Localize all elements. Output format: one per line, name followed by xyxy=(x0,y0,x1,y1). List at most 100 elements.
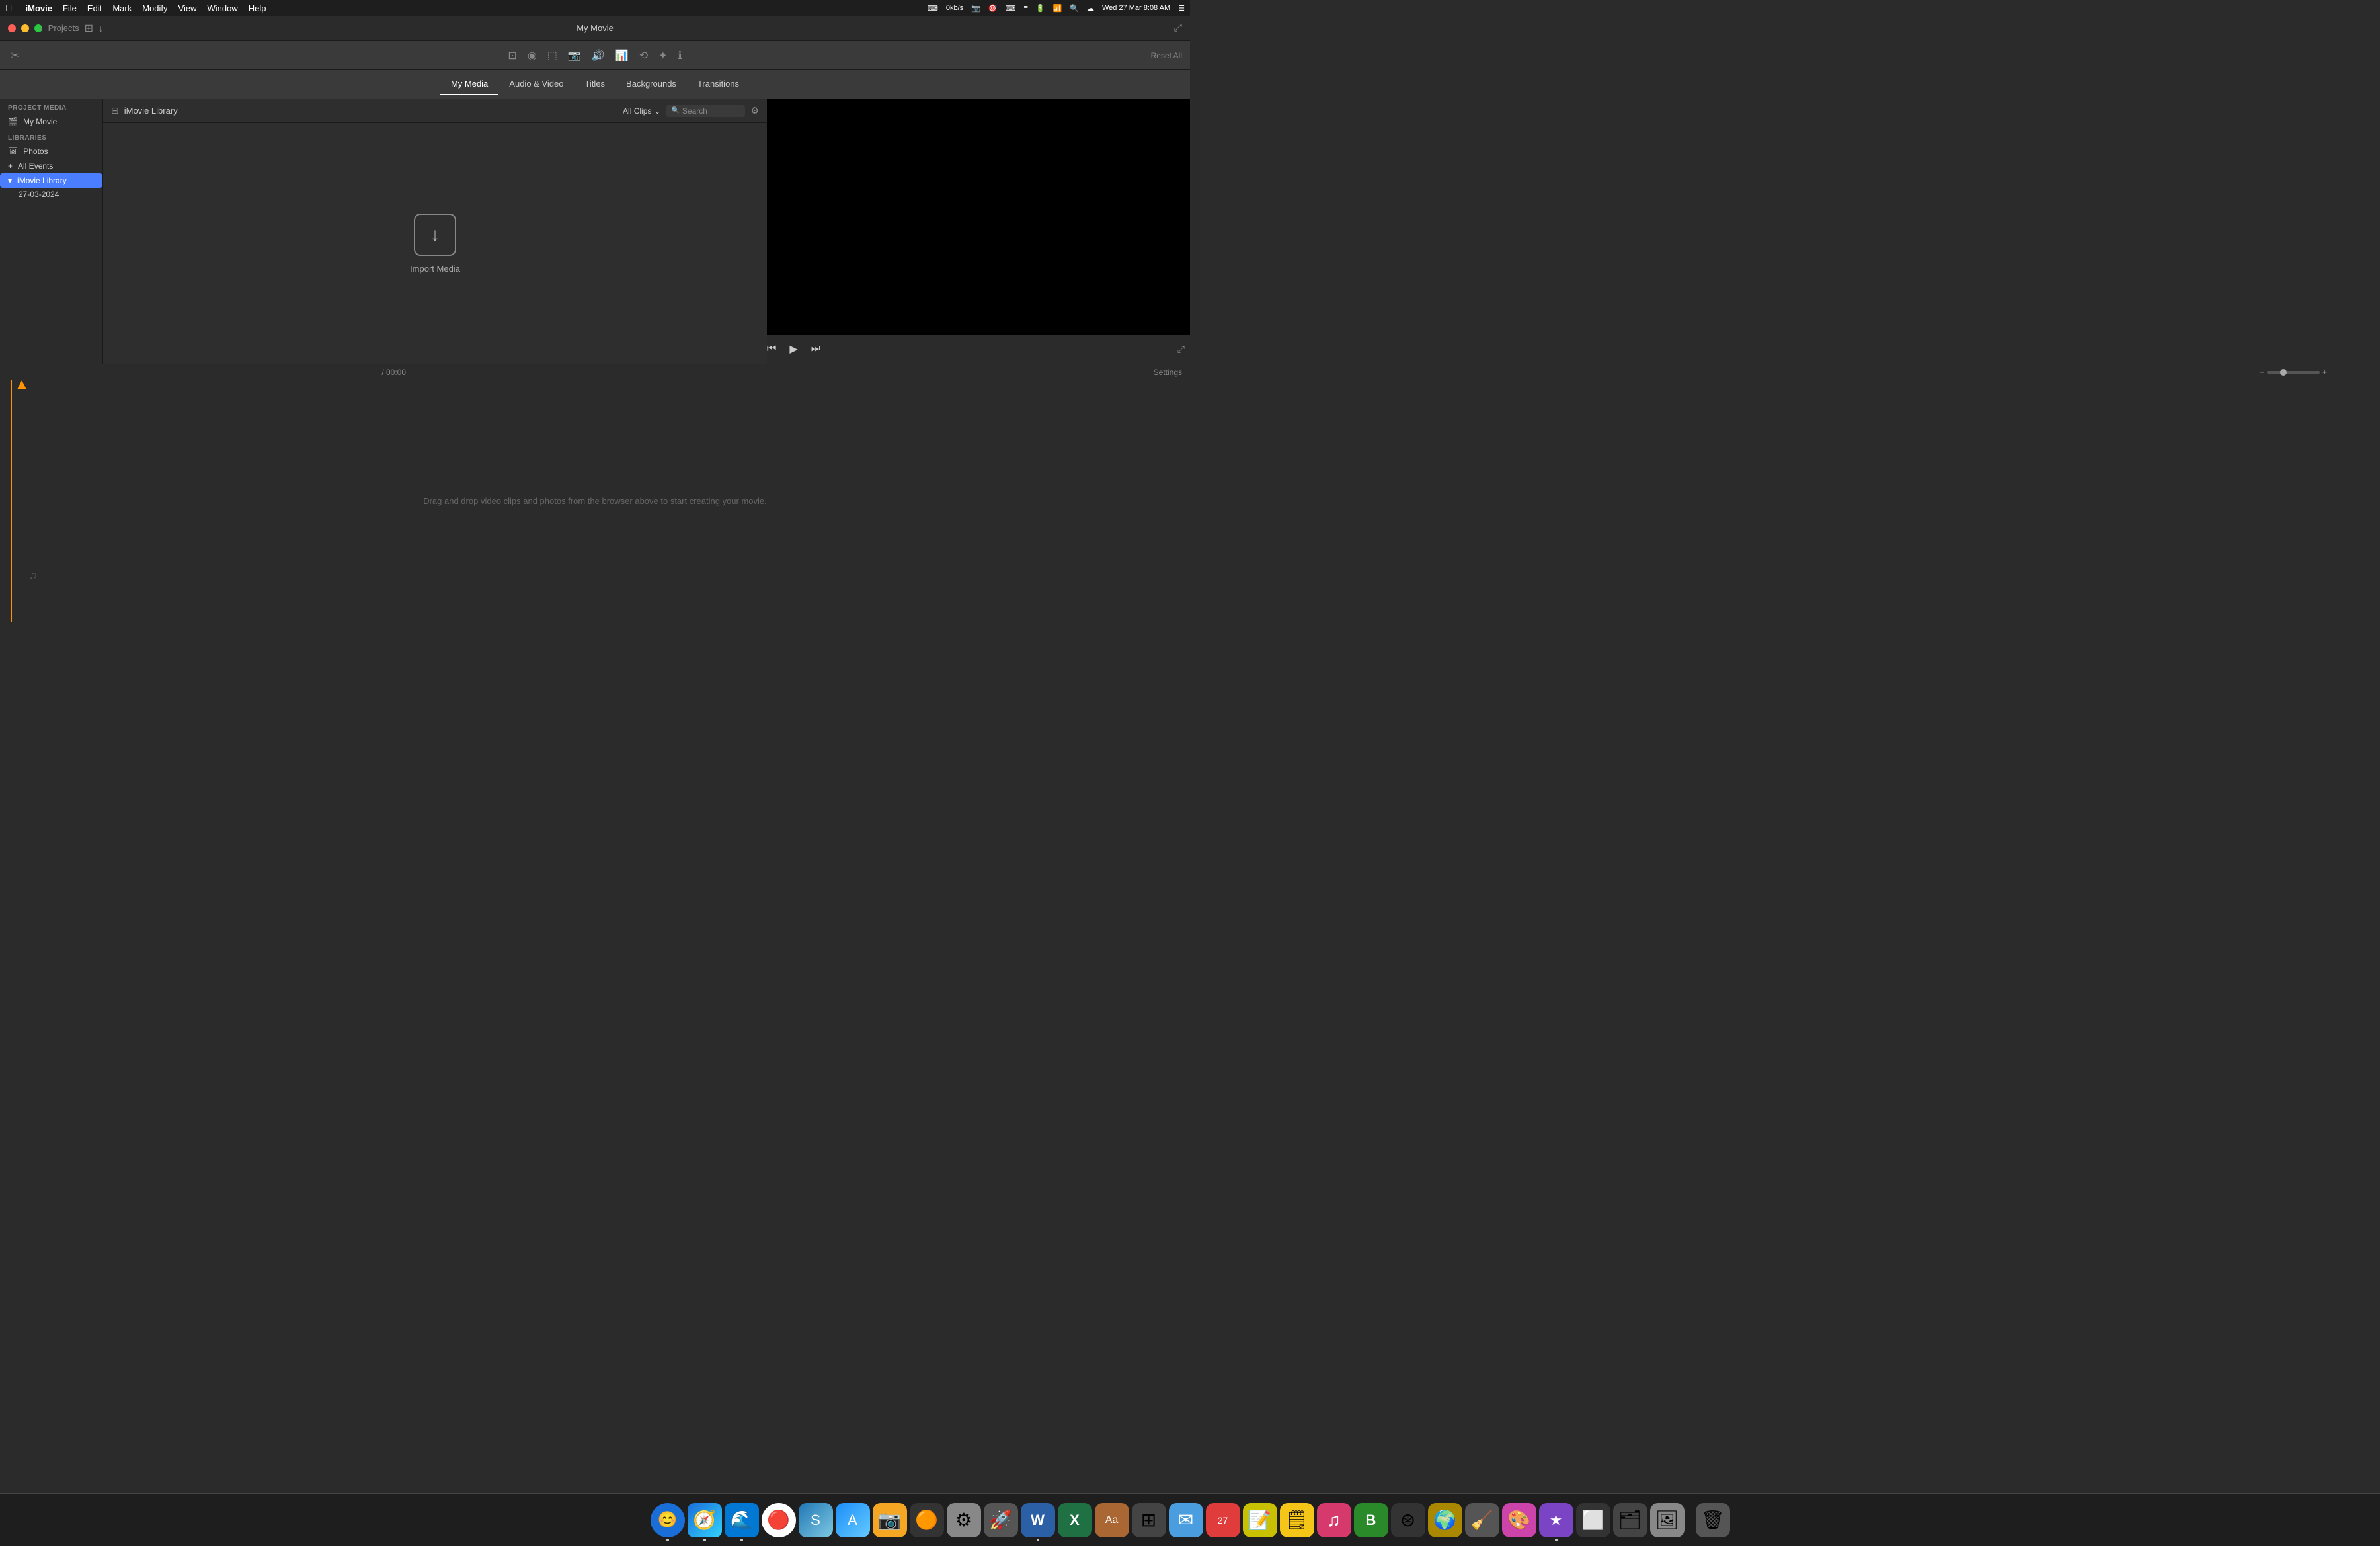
keyboard-icon: ⌨ xyxy=(1006,4,1016,13)
sidebar-item-all-events[interactable]: + All Events xyxy=(0,159,102,173)
preview-fullscreen-icon[interactable]: ⤢ xyxy=(1177,344,1185,355)
dock-item-music[interactable]: ♫ xyxy=(1317,1503,1351,1537)
tab-my-media[interactable]: My Media xyxy=(440,73,498,95)
dock-item-mail[interactable]: ✉ xyxy=(1169,1503,1203,1537)
import-icon-wrapper[interactable]: ↓ xyxy=(414,214,456,256)
play-button[interactable]: ▶ xyxy=(789,343,797,356)
sidebar-item-my-movie[interactable]: 🎬 My Movie xyxy=(0,114,102,129)
audio-icon[interactable]: 🔊 xyxy=(589,46,608,65)
minimize-button[interactable] xyxy=(21,24,29,32)
color-icon[interactable]: ◉ xyxy=(525,46,539,65)
menu-modify[interactable]: Modify xyxy=(142,3,167,13)
safari-icon: 🧭 xyxy=(693,1509,716,1531)
dock-item-calendar[interactable]: 27 xyxy=(1206,1503,1240,1537)
dock-item-app2[interactable]: 🎨 xyxy=(1502,1503,1536,1537)
back-chevron[interactable]: ‹ xyxy=(40,23,43,34)
apple-menu[interactable]:  xyxy=(5,3,13,13)
dock-item-dictionary[interactable]: Aa xyxy=(1095,1503,1129,1537)
chevron-down-icon: ⌄ xyxy=(654,106,660,116)
dock-item-chrome[interactable]: 🔴 xyxy=(762,1503,796,1537)
dock-item-edge[interactable]: 🌊 xyxy=(725,1503,759,1537)
more-icon[interactable]: ≡ xyxy=(1023,4,1027,12)
dock-item-launchpad[interactable]: 🚀 xyxy=(984,1503,1018,1537)
finder-icon: 😊 xyxy=(658,1510,678,1529)
content-tabs: My Media Audio & Video Titles Background… xyxy=(0,70,1190,99)
dock-item-trash[interactable]: 🗑 xyxy=(1696,1503,1730,1537)
menu-edit[interactable]: Edit xyxy=(87,3,102,13)
close-button[interactable] xyxy=(8,24,16,32)
network-kb: 0kb/s xyxy=(946,4,963,12)
add-project-icon[interactable]: ⊞ xyxy=(85,22,93,35)
menu-view[interactable]: View xyxy=(178,3,197,13)
chart-icon[interactable]: 📊 xyxy=(613,46,631,65)
dock-item-app4[interactable]: 🗂 xyxy=(1613,1503,1647,1537)
dock-item-skype[interactable]: S xyxy=(799,1503,833,1537)
dock-item-instruments[interactable]: ⊛ xyxy=(1391,1503,1425,1537)
dock-item-imovie[interactable]: ★ xyxy=(1539,1503,1573,1537)
tab-backgrounds[interactable]: Backgrounds xyxy=(615,73,687,95)
zoom-plus[interactable]: + xyxy=(2322,368,2327,377)
zoom-minus[interactable]: − xyxy=(2260,368,2264,377)
crop-icon[interactable]: ⊡ xyxy=(505,46,519,65)
camera-icon[interactable]: 📷 xyxy=(565,46,584,65)
stabilize-icon[interactable]: ⟲ xyxy=(637,46,651,65)
catcher-icon: 🎯 xyxy=(988,4,998,13)
zoom-handle[interactable] xyxy=(2280,369,2287,376)
search-input[interactable] xyxy=(682,106,742,116)
all-clips-select[interactable]: All Clips ⌄ xyxy=(623,106,660,116)
dock-item-app1[interactable]: 🌍 xyxy=(1428,1503,1462,1537)
menu-mark[interactable]: Mark xyxy=(112,3,132,13)
dock-item-excel[interactable]: X xyxy=(1058,1503,1092,1537)
siri-icon[interactable]: ☁ xyxy=(1087,4,1094,13)
menu-help[interactable]: Help xyxy=(249,3,266,13)
excel-icon: X xyxy=(1070,1512,1080,1529)
tab-titles[interactable]: Titles xyxy=(574,73,615,95)
dock-active-dot xyxy=(1555,1539,1558,1541)
crop2-icon[interactable]: ⬚ xyxy=(545,46,560,65)
menu-file[interactable]: File xyxy=(63,3,77,13)
sidebar-item-imovie-library[interactable]: ▾ iMovie Library xyxy=(0,173,102,188)
sidebar-toggle-icon[interactable]: ⊟ xyxy=(111,105,119,116)
dock-item-notes[interactable]: 📝 xyxy=(1243,1503,1277,1537)
dock-item-cleanmymac[interactable]: 🧹 xyxy=(1465,1503,1499,1537)
skip-forward-button[interactable]: ⏭ xyxy=(811,343,820,355)
scissors-icon[interactable]: ✂ xyxy=(8,46,22,65)
dock-item-stickies[interactable]: 🗒 xyxy=(1280,1503,1314,1537)
settings-label[interactable]: Settings xyxy=(1154,368,1182,377)
reset-all-button[interactable]: Reset All xyxy=(1151,51,1182,60)
audio-waveform-icon: ♫ xyxy=(29,570,37,582)
import-label[interactable]: Import Media xyxy=(410,264,460,274)
skip-back-button[interactable]: ⏮ xyxy=(767,343,776,355)
sidebar-item-date[interactable]: 27-03-2024 xyxy=(0,188,102,201)
zoom-bar[interactable] xyxy=(2267,371,2320,374)
dock-item-budget[interactable]: B xyxy=(1354,1503,1388,1537)
dock-item-sysprefs[interactable]: ⚙ xyxy=(947,1503,981,1537)
dock-item-app3[interactable]: ⬜ xyxy=(1576,1503,1610,1537)
preview-video xyxy=(767,99,1190,335)
download-icon[interactable]: ↓ xyxy=(99,23,103,34)
dock-item-safari[interactable]: 🧭 xyxy=(688,1503,722,1537)
launchpad-icon: 🚀 xyxy=(989,1509,1012,1531)
dock-item-launchpad2[interactable]: ⊞ xyxy=(1132,1503,1166,1537)
sidebar: PROJECT MEDIA 🎬 My Movie LIBRARIES 🖼 Pho… xyxy=(0,99,103,364)
dock-item-word[interactable]: W xyxy=(1021,1503,1055,1537)
datetime[interactable]: Wed 27 Mar 8:08 AM xyxy=(1102,4,1170,12)
effect-icon[interactable]: ✦ xyxy=(656,46,670,65)
dock-item-snagit[interactable]: 📷 xyxy=(873,1503,907,1537)
menu-window[interactable]: Window xyxy=(207,3,237,13)
info-icon[interactable]: ℹ xyxy=(676,46,685,65)
dock-item-finder[interactable]: 😊 xyxy=(651,1503,685,1537)
settings-gear-icon[interactable]: ⚙ xyxy=(750,105,759,116)
projects-link[interactable]: Projects xyxy=(48,23,79,33)
tab-transitions[interactable]: Transitions xyxy=(687,73,750,95)
app-name[interactable]: iMovie xyxy=(26,3,52,13)
notification-icon[interactable]: ☰ xyxy=(1178,4,1185,13)
dock-item-preview[interactable]: 🖼 xyxy=(1650,1503,1685,1537)
dock-item-vlc[interactable]: 🟠 xyxy=(910,1503,944,1537)
fullscreen-icon[interactable]: ⤢ xyxy=(1173,22,1182,34)
tab-audio-video[interactable]: Audio & Video xyxy=(498,73,574,95)
search-menubar-icon[interactable]: 🔍 xyxy=(1070,4,1079,13)
photos-icon: 🖼 xyxy=(8,147,18,156)
sidebar-item-photos[interactable]: 🖼 Photos xyxy=(0,144,102,159)
dock-item-appstore[interactable]: A xyxy=(836,1503,870,1537)
